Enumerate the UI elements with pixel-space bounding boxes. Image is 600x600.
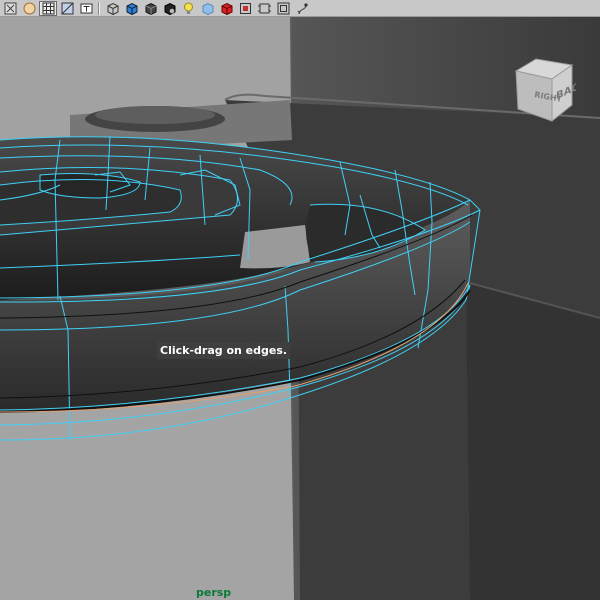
isolate-select-icon[interactable] xyxy=(236,1,254,16)
frame-selection-icon[interactable] xyxy=(255,1,273,16)
back-ring-inner xyxy=(95,106,215,124)
tool-tooltip: Click-drag on edges. xyxy=(157,342,291,359)
toolbar-separator xyxy=(98,1,100,15)
use-default-material-icon[interactable] xyxy=(217,1,235,16)
camera-attributes-icon[interactable] xyxy=(293,1,311,16)
textured-icon[interactable] xyxy=(58,1,76,16)
dark-ledge xyxy=(466,282,600,600)
light-bulb-icon[interactable] xyxy=(179,1,197,16)
hardware-texture-icon[interactable] xyxy=(198,1,216,16)
view-cube[interactable]: RIGHT BACK xyxy=(512,57,587,125)
camera-name-label: persp xyxy=(196,586,232,599)
viewport-toolbar xyxy=(0,0,600,17)
default-material-icon[interactable] xyxy=(20,1,38,16)
wireframe-grid-icon[interactable] xyxy=(39,0,57,16)
viewport-scene xyxy=(0,17,600,600)
xray-icon[interactable] xyxy=(160,1,178,16)
ui-text-icon[interactable] xyxy=(77,1,95,16)
smooth-shade-icon[interactable] xyxy=(122,1,140,16)
shadow-icon[interactable] xyxy=(141,1,159,16)
resolution-gate-icon[interactable] xyxy=(274,1,292,16)
bounding-box-icon[interactable] xyxy=(103,1,121,16)
selection-highlight-icon[interactable] xyxy=(1,1,19,16)
perspective-viewport[interactable]: RIGHT BACK Click-drag on edges. persp xyxy=(0,17,600,600)
